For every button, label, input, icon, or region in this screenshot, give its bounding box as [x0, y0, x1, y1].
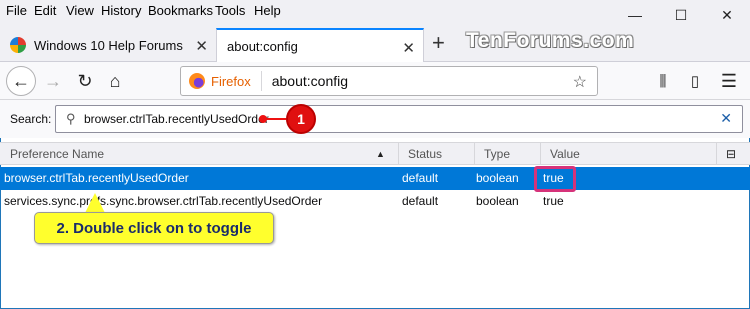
menu-tools[interactable]: Tools	[215, 3, 245, 18]
bookmark-star-icon[interactable]: ☆	[573, 72, 587, 92]
search-icon: ⚲	[66, 111, 76, 126]
search-input[interactable]: ⚲ browser.ctrlTab.recentlyUsedOrder ✕	[55, 105, 743, 133]
search-label: Search:	[10, 112, 52, 126]
menu-file[interactable]: File	[6, 3, 27, 18]
hamburger-menu-icon[interactable]: ☰	[714, 66, 744, 96]
library-icon[interactable]: ⫼	[648, 66, 678, 96]
config-search-row: Search: ⚲ browser.ctrlTab.recentlyUsedOr…	[0, 100, 750, 138]
close-tab-icon[interactable]: ✕	[195, 37, 208, 55]
table-header: Preference Name ▲ Status Type Value ⊟	[0, 142, 750, 165]
url-text[interactable]: about:config	[272, 73, 348, 89]
navigation-toolbar: ← → ↻ ⌂ Firefox about:config ☆ ⫼ ▯ ☰	[0, 62, 750, 100]
home-icon[interactable]: ⌂	[100, 66, 130, 96]
tab-about-config[interactable]: about:config ✕	[216, 28, 424, 63]
menu-bookmarks[interactable]: Bookmarks	[148, 3, 213, 18]
tab-windows-10-help-forums[interactable]: Windows 10 Help Forums ✕	[0, 28, 216, 62]
column-preference-name[interactable]: Preference Name	[10, 147, 104, 161]
column-type[interactable]: Type	[484, 147, 510, 161]
identity-label: Firefox	[211, 73, 251, 89]
reload-icon[interactable]: ↻	[70, 66, 100, 96]
tab-title: Windows 10 Help Forums	[34, 37, 183, 53]
pref-type: boolean	[476, 194, 519, 208]
tooltip-pointer	[85, 193, 105, 213]
table-row[interactable]: services.sync.prefs.sync.browser.ctrlTab…	[0, 190, 750, 213]
column-status[interactable]: Status	[408, 147, 442, 161]
firefox-logo-icon	[189, 73, 205, 89]
pref-name: services.sync.prefs.sync.browser.ctrlTab…	[4, 194, 323, 208]
address-bar[interactable]: Firefox about:config ☆	[180, 66, 598, 96]
menu-edit[interactable]: Edit	[34, 3, 56, 18]
search-input-value: browser.ctrlTab.recentlyUsedOrder	[84, 112, 269, 126]
menu-view[interactable]: View	[66, 3, 94, 18]
table-row[interactable]: browser.ctrlTab.recentlyUsedOrder defaul…	[0, 167, 750, 190]
menu-history[interactable]: History	[101, 3, 141, 18]
forward-arrow-icon[interactable]: →	[38, 66, 68, 96]
close-tab-icon[interactable]: ✕	[402, 39, 415, 57]
sidebar-icon[interactable]: ▯	[680, 66, 710, 96]
callout-dot	[259, 115, 267, 123]
step-2-tooltip: 2. Double click on to toggle	[34, 212, 274, 244]
sort-ascending-icon: ▲	[376, 149, 385, 159]
back-arrow-icon[interactable]: ←	[6, 66, 36, 96]
watermark: TenForums.com	[466, 29, 635, 52]
menu-bar: File Edit View History Bookmarks Tools H…	[0, 0, 750, 24]
step-1-marker: 1	[286, 104, 316, 134]
tab-strip: Windows 10 Help Forums ✕ about:config ✕ …	[0, 24, 750, 63]
pref-value: true	[543, 194, 564, 208]
pref-type: boolean	[476, 171, 519, 185]
value-highlight-box	[534, 166, 576, 192]
new-tab-icon[interactable]: +	[432, 30, 445, 56]
tenforums-favicon-icon	[10, 37, 26, 53]
clear-search-icon[interactable]: ✕	[720, 110, 732, 127]
column-value[interactable]: Value	[550, 147, 580, 161]
pref-status: default	[402, 171, 439, 185]
pref-name: browser.ctrlTab.recentlyUsedOrder	[4, 171, 189, 185]
column-picker-icon[interactable]: ⊟	[726, 147, 736, 161]
menu-help[interactable]: Help	[254, 3, 281, 18]
tab-title: about:config	[227, 39, 298, 54]
pref-status: default	[402, 194, 439, 208]
